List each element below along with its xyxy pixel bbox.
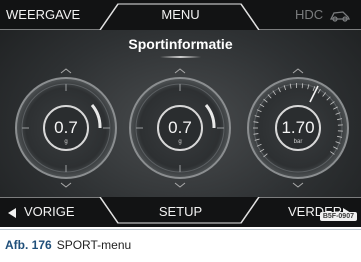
figure-caption: Afb. 176 SPORT-menu — [5, 238, 131, 252]
gauge-1-value: 0.7 — [54, 118, 78, 137]
page-title: Sportinformatie — [128, 36, 233, 52]
tab-hdc: HDC — [295, 7, 324, 22]
gauge-1-unit: g — [64, 139, 68, 145]
gauge-3-unit: bar — [293, 139, 303, 145]
top-menu-bar: WEERGAVE MENU HDC — [0, 0, 361, 30]
bottom-menu-bar: VORIGE SETUP VERDER — [0, 197, 361, 227]
figure-caption-text: SPORT-menu — [56, 238, 132, 252]
gauge-2-value: 0.7 — [168, 118, 192, 137]
figure-label: Afb. 176 — [5, 238, 52, 252]
gauge-3-tick — [301, 83, 304, 89]
gauge-3-value: 1.70 — [281, 118, 315, 137]
caption-divider — [0, 229, 361, 230]
gauge-2-unit: g — [178, 139, 182, 145]
gauge-area: 0.7 g 0.7 g 1.70 bar — [0, 56, 361, 206]
infotainment-screen: WEERGAVE MENU HDC Sportinformatie 0.7 g … — [0, 0, 361, 227]
image-code: B5F-0907 — [319, 212, 357, 221]
hdc-vehicle-icon — [329, 11, 351, 22]
